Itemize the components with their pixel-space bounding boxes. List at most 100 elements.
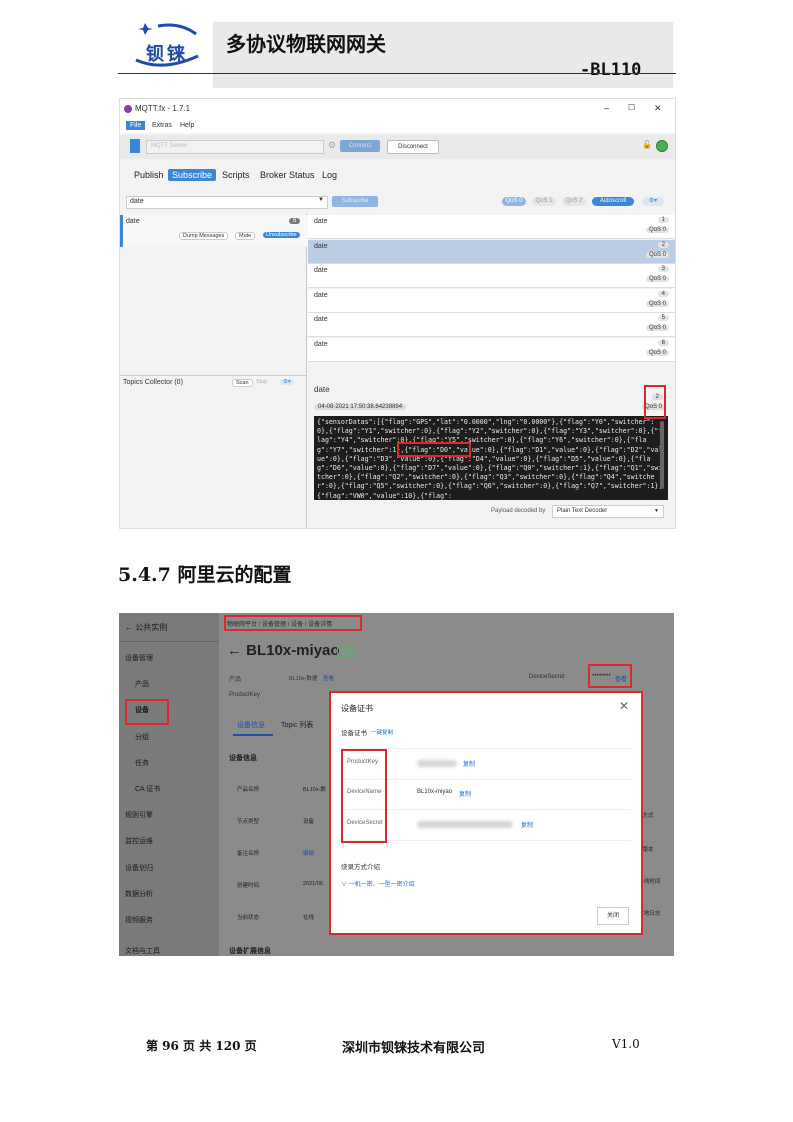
tab-broker-status[interactable]: Broker Status — [256, 169, 319, 181]
header-divider — [118, 73, 676, 74]
disconnect-button[interactable]: Disconnect — [387, 140, 439, 154]
product-view-link[interactable]: 查看 — [323, 674, 334, 682]
sidebar-item[interactable]: 规则引擎 — [125, 810, 153, 820]
copy-devicename-link[interactable]: 复制 — [459, 789, 471, 798]
message-row[interactable]: date 6 QoS 0 — [308, 337, 675, 362]
sidebar-item[interactable]: 分组 — [135, 732, 149, 742]
message-number: 1 — [657, 217, 669, 223]
topics-collector-label: Topics Collector (0) — [123, 379, 183, 386]
back-to-instance[interactable]: ← 公共实例 — [125, 622, 167, 633]
sidebar-item[interactable]: 产品 — [135, 679, 149, 689]
mqttfx-screenshot: MQTT.fx - 1.7.1 – ☐ ✕ File Extras Help M… — [119, 98, 676, 529]
decoder-label: Payload decoded by — [491, 508, 546, 514]
unsubscribe-button[interactable]: Unsubscribe — [263, 232, 300, 238]
copy-productkey-link[interactable]: 复制 — [463, 759, 475, 768]
sidebar-item[interactable]: CA 证书 — [135, 784, 160, 794]
copy-devicesecret-link[interactable]: 复制 — [521, 820, 533, 829]
message-qos: QoS 0 — [645, 300, 669, 307]
message-topic: date — [314, 242, 328, 250]
highlight-y7-switcher — [397, 442, 471, 457]
status-indicator-icon — [656, 140, 668, 152]
sidebar-item[interactable]: 监控运维 — [125, 836, 153, 846]
message-row[interactable]: date 2 QoS 0 — [308, 239, 675, 264]
window-title: MQTT.fx - 1.7.1 — [135, 104, 191, 113]
footer-page-number: 第 96 页 共 120 页 — [146, 1039, 257, 1053]
logo-text: 钡铼 — [146, 44, 188, 65]
detail-timestamp: 04-08-2021 17:50:38.64238894 — [314, 404, 407, 410]
payload-scrollbar[interactable] — [660, 421, 664, 489]
copy-all-link[interactable]: 一键复制 — [371, 728, 393, 736]
decoder-dropdown-icon: ▼ — [654, 508, 659, 514]
mute-button[interactable]: Mute — [235, 232, 256, 240]
redacted-value — [417, 760, 457, 767]
qos0-option[interactable]: QoS 0 — [502, 197, 526, 206]
message-number: 2 — [657, 241, 669, 248]
message-number: 6 — [657, 339, 669, 346]
message-row[interactable]: date 1 QoS 0 — [308, 215, 675, 239]
minimize-icon[interactable]: – — [604, 103, 609, 113]
subscriptions-panel: date 6 Dump Messages Mute Unsubscribe — [120, 213, 309, 375]
tab-scripts[interactable]: Scripts — [218, 169, 254, 181]
settings-gear-icon[interactable]: ⚙ — [328, 140, 336, 151]
message-row[interactable]: date 4 QoS 0 — [308, 288, 675, 313]
tab-log[interactable]: Log — [318, 169, 341, 181]
lock-icon: 🔓 — [642, 140, 652, 149]
highlight-sidebar-device — [125, 699, 169, 725]
qos2-option[interactable]: QoS 2 — [562, 197, 586, 206]
dialog-subtitle: 设备证书 — [341, 730, 367, 737]
decoder-select[interactable]: Plain Text Decoder ▼ — [552, 505, 664, 518]
app-icon — [124, 105, 132, 113]
tab-topic-list[interactable]: Topic 列表 — [281, 720, 313, 730]
menu-help[interactable]: Help — [176, 121, 198, 130]
autoscroll-toggle[interactable]: Autoscroll — [592, 197, 634, 206]
sidebar-item[interactable]: 任务 — [135, 758, 149, 768]
message-number: 3 — [657, 266, 669, 272]
collector-options-icon[interactable]: ⚙▾ — [280, 379, 294, 385]
product-label: 产品 — [229, 677, 242, 683]
topic-value: date — [130, 198, 144, 205]
message-qos: QoS 0 — [645, 276, 669, 282]
close-icon[interactable]: ✕ — [654, 103, 662, 114]
sidebar-item[interactable]: 设备管理 — [125, 653, 153, 663]
burn-intro-link[interactable]: ∨ 一机一密、一型一密介绍 — [341, 879, 415, 888]
message-row[interactable]: date 3 QoS 0 — [308, 264, 675, 288]
sidebar-item[interactable]: 文档与工具 — [125, 946, 160, 956]
tab-subscribe[interactable]: Subscribe — [168, 169, 217, 181]
detail-topic: date — [314, 385, 330, 394]
menu-extras[interactable]: Extras — [148, 121, 176, 130]
dialog-close-icon[interactable]: ✕ — [619, 699, 629, 713]
tab-device-info[interactable]: 设备信息 — [237, 720, 265, 730]
maximize-icon[interactable]: ☐ — [628, 103, 635, 112]
message-number: 4 — [657, 290, 669, 297]
sidebar-item[interactable]: 设备划归 — [125, 863, 153, 873]
info-row-label: 当前状态 — [237, 915, 260, 921]
connect-button[interactable]: Connect — [340, 140, 380, 152]
sidebar-divider — [119, 641, 219, 642]
sidebar-item[interactable]: 数据分析 — [125, 889, 153, 899]
stop-button[interactable]: Stop — [256, 379, 267, 385]
dialog-close-button[interactable]: 关闭 — [597, 907, 629, 925]
payload-text: {"sensorDatas":[{"flag":"GPS","lat":"0.0… — [314, 416, 668, 500]
footer-company: 深圳市钡铼技术有限公司 — [342, 1041, 486, 1056]
qos1-option[interactable]: QoS 1 — [532, 197, 556, 206]
section-title: 5.4.7 阿里云的配置 — [118, 564, 292, 586]
info-row-value[interactable]: 编辑 — [303, 849, 314, 857]
subscription-count: 6 — [289, 218, 301, 224]
topic-input[interactable]: date — [126, 196, 328, 209]
menu-file[interactable]: File — [126, 121, 146, 130]
message-topic: date — [314, 291, 328, 299]
message-row[interactable]: date 5 QoS 0 — [308, 313, 675, 337]
subscribe-button[interactable]: Subscribe — [332, 196, 378, 207]
options-gear-icon[interactable]: ⚙▾ — [642, 197, 664, 206]
dump-messages-button[interactable]: Dump Messages — [179, 232, 229, 240]
info-row-label: 节点类型 — [237, 819, 260, 825]
info-row-label: 产品名称 — [237, 787, 260, 793]
topic-dropdown-icon[interactable]: ▼ — [318, 197, 324, 203]
subscription-item[interactable]: date 6 Dump Messages Mute Unsubscribe — [120, 215, 309, 247]
aliyun-console-screenshot: ← 公共实例 设备管理 产品 设备 分组 任务 CA 证书 规则引擎 监控运维 设备划归 数据分析… — [119, 613, 674, 956]
sidebar-item[interactable]: 视频服务 — [125, 915, 153, 925]
scan-button[interactable]: Scan — [232, 379, 253, 387]
server-select[interactable]: MQTT Server — [146, 140, 324, 154]
dialog-title: 设备证书 — [341, 704, 373, 713]
tab-publish[interactable]: Publish — [130, 169, 168, 181]
